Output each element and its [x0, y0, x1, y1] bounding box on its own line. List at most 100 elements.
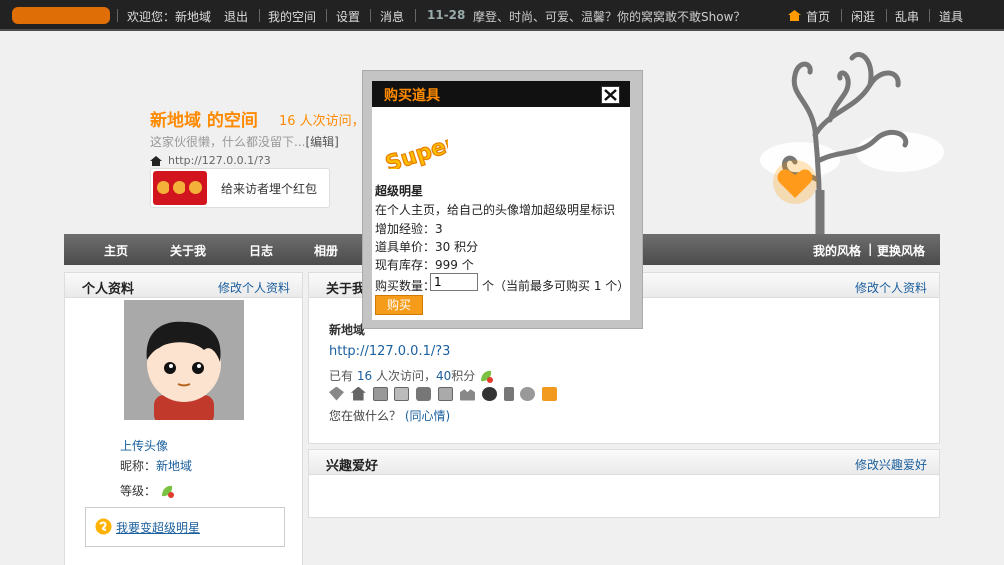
home-icon: [788, 10, 801, 21]
about-url[interactable]: http://127.0.0.1/?3: [329, 344, 450, 359]
home-icon: [150, 156, 162, 166]
site-logo[interactable]: [12, 7, 110, 24]
mail-icon[interactable]: [438, 386, 454, 401]
space-url: http://127.0.0.1/?3: [150, 154, 271, 167]
space-bio: 这家伙很懒，什么都没留下...[编辑]: [150, 133, 339, 150]
avatar: [124, 300, 244, 420]
stats-mid: 人次访问，: [375, 369, 436, 383]
nav-browse-link[interactable]: 闲逛: [851, 8, 875, 25]
stats-prefix: 已有: [329, 369, 354, 383]
divider: [370, 9, 371, 22]
top-bar: 欢迎您：新地域 退出 我的空间 设置 消息 11-28 摩登、时尚、可爱、温馨？…: [0, 0, 1004, 31]
panel-header: 个人资料 修改个人资料: [65, 273, 302, 298]
level-label: 等级：: [120, 484, 157, 498]
news-headline[interactable]: 摩登、时尚、可爱、温馨？你的窝窝敢不敢Show？: [473, 8, 745, 25]
qty-input[interactable]: [430, 273, 478, 291]
panel-title: 关于我: [326, 282, 366, 297]
qty-note: 个（当前最多可购买 1 个）: [482, 279, 630, 293]
dialog-header: 购买道具: [372, 81, 630, 107]
panel-header: 兴趣爱好 修改兴趣爱好: [309, 450, 939, 475]
item-stock: 现有库存：999 个: [375, 258, 474, 272]
change-style-link[interactable]: 更换风格: [877, 242, 925, 259]
superstar-logo-icon: Super: [382, 131, 448, 169]
divider: [886, 9, 887, 22]
svg-text:Super: Super: [383, 131, 448, 169]
panel-title: 兴趣爱好: [326, 459, 379, 474]
upload-avatar-link[interactable]: 上传头像: [120, 437, 168, 454]
badge-icons-row: [329, 386, 560, 402]
edit-hobby-link[interactable]: 修改兴趣爱好: [855, 456, 927, 473]
gift-icon[interactable]: [542, 386, 558, 401]
points-count: 40: [435, 369, 452, 383]
tab-about[interactable]: 关于我: [170, 242, 206, 259]
building-icon[interactable]: [459, 389, 475, 401]
item-exp: 增加经验：3: [375, 222, 443, 236]
item-description: 在个人主页，给自己的头像增加超级明星标识: [375, 203, 616, 217]
dialog-title: 购买道具: [384, 88, 440, 104]
messages-link[interactable]: 消息: [380, 8, 404, 25]
red-envelope-label: 给来访者埋个红包: [221, 182, 318, 196]
card-icon[interactable]: [372, 386, 388, 401]
edit-profile-link[interactable]: 修改个人资料: [218, 279, 290, 296]
space-title: 新地域 的空间: [150, 111, 258, 131]
doing-label: 您在做什么？: [329, 409, 402, 423]
tab-home[interactable]: 主页: [104, 242, 128, 259]
tree-decoration-icon: [760, 52, 944, 235]
my-space-link[interactable]: 我的空间: [268, 8, 316, 25]
level-row: 等级：: [120, 482, 174, 499]
qty-label: 购买数量：: [375, 279, 436, 293]
house-icon[interactable]: [350, 386, 366, 401]
buy-button[interactable]: 购买: [375, 295, 423, 315]
nickname-value[interactable]: 新地域: [156, 459, 192, 473]
tab-blog[interactable]: 日志: [249, 242, 273, 259]
space-url-text[interactable]: http://127.0.0.1/?3: [168, 154, 271, 167]
divider: [841, 9, 842, 22]
mood-link[interactable]: (同心情): [405, 409, 450, 423]
want-superstar-link[interactable]: 我要变超级明星: [116, 519, 200, 536]
logout-link[interactable]: 退出: [224, 8, 248, 25]
about-stats: 已有 16 人次访问，40积分: [329, 367, 494, 384]
my-style-link[interactable]: 我的风格: [813, 242, 861, 259]
diamond-icon[interactable]: [329, 386, 344, 401]
buy-prop-dialog-frame: 购买道具 Super 超级明星 在个人主页，给自己的头像增加超级明星标识 增加经…: [362, 70, 643, 329]
red-envelope-icon: [185, 171, 207, 205]
red-envelope-button[interactable]: 给来访者埋个红包: [150, 168, 330, 208]
welcome-text: 欢迎您：新地域: [127, 10, 212, 24]
hobby-panel: 兴趣爱好 修改兴趣爱好: [308, 449, 940, 518]
nav-divider: |: [868, 242, 873, 256]
divider: [259, 9, 260, 22]
about-name: 新地域: [329, 323, 366, 337]
bio-text: 这家伙很懒，什么都没留下...: [150, 135, 306, 149]
qq-icon[interactable]: [481, 386, 497, 401]
edit-bio-link[interactable]: [编辑]: [305, 135, 338, 149]
close-icon: [604, 89, 617, 101]
divider: [326, 9, 327, 22]
divider: [117, 9, 118, 22]
want-superstar-box: 我要变超级明星: [85, 507, 285, 547]
nickname-label: 昵称：: [120, 459, 157, 473]
divider: [415, 9, 416, 22]
buy-prop-dialog: 购买道具 Super 超级明星 在个人主页，给自己的头像增加超级明星标识 增加经…: [372, 81, 630, 320]
id-card-icon[interactable]: [394, 386, 410, 401]
avatar-image: [124, 300, 244, 420]
level-leaf-icon: [481, 370, 494, 383]
visit-count: 16: [356, 369, 373, 383]
close-button[interactable]: [601, 86, 620, 104]
nav-props-link[interactable]: 道具: [939, 8, 963, 25]
edit-about-link[interactable]: 修改个人资料: [855, 279, 927, 296]
nav-home-link[interactable]: 首页: [806, 8, 830, 25]
panel-title: 个人资料: [82, 282, 135, 297]
space-visit-count: 16 人次访问，4: [279, 114, 373, 129]
doing-row: 您在做什么？ (同心情): [329, 407, 450, 424]
item-price: 道具单价：30 积分: [375, 240, 479, 254]
tab-album[interactable]: 相册: [314, 242, 338, 259]
friends-icon[interactable]: [520, 386, 536, 401]
phone-icon[interactable]: [503, 386, 514, 401]
settings-link[interactable]: 设置: [336, 8, 360, 25]
superstar-icon: [95, 518, 112, 535]
divider: [929, 9, 930, 22]
nav-random-link[interactable]: 乱串: [895, 8, 919, 25]
level-leaf-icon: [161, 485, 174, 498]
camera-icon[interactable]: [416, 386, 432, 401]
nickname-row: 昵称：新地域: [120, 457, 192, 474]
